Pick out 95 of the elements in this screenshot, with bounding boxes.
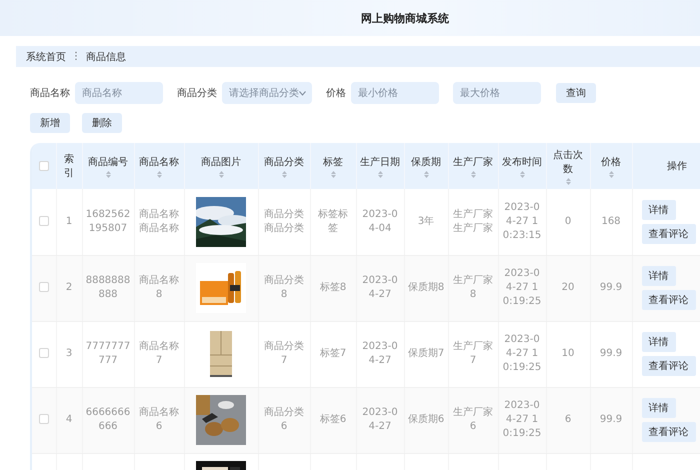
toolbar-button[interactable]: 新增 [30, 113, 70, 133]
table-cell: 生产厂家6 [453, 407, 493, 432]
chevron-down-icon [299, 90, 306, 96]
table-cell: 2023-04-27 [362, 407, 398, 432]
table-cell: 保质期8 [408, 282, 444, 293]
table-cell: 标签7 [320, 348, 346, 359]
column-header: 操作 [667, 161, 687, 172]
column-header: 商品图片 [201, 156, 241, 168]
table-cell: 商品名称商品名称 [139, 208, 179, 234]
table-cell: 2023-04-27 [362, 275, 398, 300]
table-cell: 168 [601, 216, 621, 227]
table-cell: 保质期7 [408, 348, 444, 359]
table-cell: 商品名称7 [139, 341, 179, 366]
table-cell: 99.9 [600, 414, 622, 425]
field-label: 商品名称 [30, 86, 70, 100]
sort-icon[interactable] [566, 178, 570, 184]
table-cell: 2023-04-27 10:19:25 [502, 268, 542, 307]
app-title: 网上购物商城系统 [361, 10, 449, 26]
breadcrumb-link[interactable]: 商品信息 [86, 50, 126, 64]
table-cell: 2023-04-27 [362, 341, 398, 366]
input-field[interactable]: 商品名称 [75, 82, 163, 104]
table-cell: 商品分类商品分类 [264, 208, 304, 234]
table-cell: 生产厂家7 [453, 341, 493, 366]
search-button[interactable]: 查询 [556, 83, 596, 103]
column-header: 生产日期 [360, 156, 400, 168]
column-header: 商品编号 [88, 156, 128, 168]
action-button[interactable]: 查看评论 [642, 224, 696, 244]
action-button[interactable]: 详情 [642, 266, 676, 286]
table-cell: 99.9 [600, 348, 622, 359]
breadcrumb-separator: ⋮ [71, 51, 81, 62]
sort-icon[interactable] [470, 170, 476, 178]
table-cell: 2023-04-27 10:19:25 [502, 400, 542, 439]
field-label: 价格 [326, 86, 346, 100]
sort-icon[interactable] [156, 170, 162, 178]
table-cell: 生产厂家8 [453, 275, 493, 300]
table-cell: 6666666666 [86, 407, 130, 432]
sort-icon[interactable] [520, 170, 524, 178]
input-field[interactable]: 最大价格 [453, 82, 541, 104]
action-button[interactable]: 查看评论 [642, 422, 696, 442]
table-cell: 10 [562, 348, 574, 359]
checkbox[interactable] [38, 216, 49, 226]
column-header: 发布时间 [502, 156, 542, 168]
table-cell: 商品分类7 [264, 341, 304, 366]
column-header: 标签 [323, 156, 343, 168]
table-cell: 20 [562, 282, 574, 293]
table-cell: 2 [66, 282, 72, 293]
table-cell: 2023-04-27 10:19:25 [502, 334, 542, 373]
table-cell: 4 [66, 414, 72, 425]
column-header: 点击次数 [553, 150, 583, 174]
action-button[interactable]: 查看评论 [642, 356, 696, 376]
table-cell: 0 [564, 216, 572, 227]
sort-icon[interactable] [282, 170, 286, 178]
table-cell: 3年 [418, 216, 434, 227]
table-cell: 1682562195807 [86, 208, 130, 234]
checkbox[interactable] [38, 160, 49, 171]
column-header: 索引 [64, 154, 74, 179]
table-cell: 商品名称8 [139, 275, 179, 300]
table-cell: 标签标签 [318, 208, 348, 234]
input-field[interactable]: 最小价格 [351, 82, 439, 104]
sort-icon[interactable] [424, 170, 428, 178]
sort-icon[interactable] [106, 170, 110, 178]
checkbox[interactable] [38, 414, 49, 424]
checkbox[interactable] [38, 282, 49, 292]
column-header: 生产厂家 [453, 156, 493, 168]
table-cell: 商品分类6 [264, 407, 304, 432]
table-cell: 标签8 [320, 282, 346, 293]
table-cell: 2023-04-27 10:23:15 [502, 202, 542, 241]
sort-icon[interactable] [378, 170, 382, 178]
table-cell: 2023-04-04 [362, 208, 398, 234]
table-cell: 标签6 [320, 414, 346, 425]
table-cell: 3 [66, 348, 72, 359]
action-button[interactable]: 详情 [642, 398, 676, 418]
table-cell: 生产厂家生产厂家 [453, 208, 493, 234]
checkbox[interactable] [38, 348, 49, 358]
sort-icon[interactable] [218, 170, 224, 178]
column-header: 保质期 [411, 156, 441, 168]
table-cell: 8888888888 [86, 275, 130, 300]
sort-icon[interactable] [330, 170, 336, 178]
table-cell: 6 [564, 414, 572, 425]
table-cell: 商品名称6 [139, 407, 179, 432]
action-button[interactable]: 详情 [642, 332, 676, 352]
column-header: 商品名称 [139, 156, 179, 168]
table-cell: 7777777777 [86, 341, 130, 366]
breadcrumb-link[interactable]: 系统首页 [26, 50, 66, 64]
field-label: 商品分类 [177, 86, 217, 100]
column-header: 价格 [601, 156, 621, 168]
table-cell: 99.9 [600, 282, 622, 293]
table-cell: 1 [66, 216, 72, 227]
action-button[interactable]: 查看评论 [642, 290, 696, 310]
sort-icon[interactable] [608, 170, 614, 178]
table-cell: 保质期6 [408, 414, 444, 425]
toolbar-button[interactable]: 删除 [82, 113, 122, 133]
column-header: 商品分类 [264, 156, 304, 168]
table-cell: 商品分类8 [264, 275, 304, 300]
action-button[interactable]: 详情 [642, 200, 676, 220]
